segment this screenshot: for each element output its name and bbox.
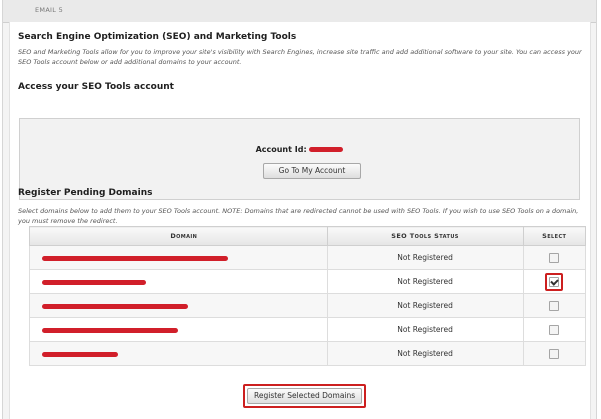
account-id-label: Account Id: xyxy=(255,145,307,154)
checkbox-highlight xyxy=(545,272,564,291)
domain-redacted xyxy=(42,327,178,333)
domain-redacted xyxy=(42,351,118,357)
register-selected-domains-button[interactable]: Register Selected Domains xyxy=(247,388,363,404)
domains-table: Domain SEO Tools Status Select Not Regis… xyxy=(29,226,586,366)
page-frame: EMAIL 5 Search Engine Optimization (SEO)… xyxy=(2,0,597,419)
status-cell: Not Registered xyxy=(326,341,524,366)
select-checkbox[interactable] xyxy=(549,324,560,335)
account-id-line: Account Id: xyxy=(20,145,579,154)
status-cell: Not Registered xyxy=(326,317,524,342)
table-row: Not Registered xyxy=(29,269,586,294)
pending-title: Register Pending Domains xyxy=(18,188,153,198)
status-cell: Not Registered xyxy=(326,245,524,270)
domain-redacted xyxy=(42,255,228,261)
domain-redacted xyxy=(42,303,188,309)
select-checkbox[interactable] xyxy=(549,300,560,311)
seo-title: Search Engine Optimization (SEO) and Mar… xyxy=(18,32,297,42)
table-row: Not Registered xyxy=(29,341,586,366)
domain-cell xyxy=(29,317,328,342)
select-checkbox[interactable] xyxy=(549,276,560,287)
domain-cell xyxy=(29,293,328,318)
domain-redacted xyxy=(42,279,146,285)
access-title: Access your SEO Tools account xyxy=(18,82,174,92)
domain-cell xyxy=(29,245,328,270)
domain-cell xyxy=(29,269,328,294)
select-cell xyxy=(522,293,586,318)
top-bar: EMAIL 5 xyxy=(3,0,596,23)
select-checkbox[interactable] xyxy=(549,252,560,263)
domain-cell xyxy=(29,341,328,366)
status-cell: Not Registered xyxy=(326,293,524,318)
seo-description: SEO and Marketing Tools allow for you to… xyxy=(18,48,582,66)
select-cell xyxy=(522,341,586,366)
status-cell: Not Registered xyxy=(326,269,524,294)
select-cell xyxy=(522,269,586,294)
status-column-header: SEO Tools Status xyxy=(326,226,524,246)
pending-description: Select domains below to add them to your… xyxy=(18,207,579,225)
select-checkbox[interactable] xyxy=(549,348,560,359)
account-id-redacted xyxy=(309,147,344,152)
register-button-highlight: Register Selected Domains xyxy=(243,384,367,408)
table-row: Not Registered xyxy=(29,293,586,318)
table-row: Not Registered xyxy=(29,317,586,342)
top-bar-label: EMAIL 5 xyxy=(35,6,64,14)
select-cell xyxy=(522,317,586,342)
select-cell xyxy=(522,245,586,270)
go-to-account-button[interactable]: Go To My Account xyxy=(263,163,361,179)
table-row: Not Registered xyxy=(29,245,586,270)
domain-column-header: Domain xyxy=(29,226,328,246)
select-column-header: Select xyxy=(522,226,586,246)
table-header-row: Domain SEO Tools Status Select xyxy=(29,226,586,246)
